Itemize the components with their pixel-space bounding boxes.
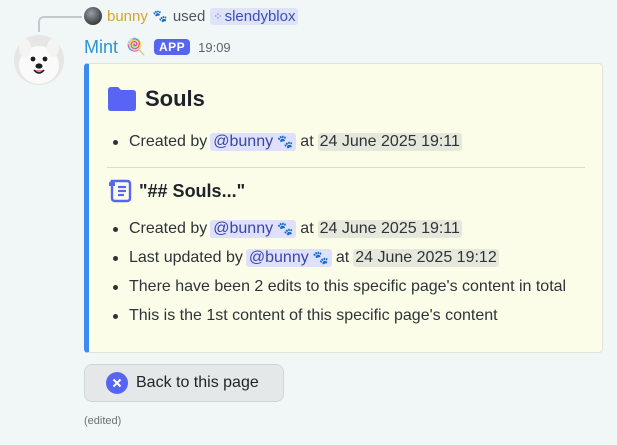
list-item: Created by @bunny 🐾 at 24 June 2025 19:11 <box>111 127 462 156</box>
x-circle-icon <box>106 372 128 394</box>
embed-title: Souls <box>107 86 205 112</box>
message-timestamp[interactable]: 19:09 <box>198 40 231 55</box>
embed-divider <box>107 167 585 168</box>
at-label: at <box>300 219 314 237</box>
bot-avatar[interactable] <box>14 35 64 85</box>
created-by-label: Created by <box>129 132 208 150</box>
content-meta-list: Created by @bunny 🐾 at 24 June 2025 19:11… <box>111 214 566 330</box>
updated-by-label: Last updated by <box>129 248 243 266</box>
back-to-page-button[interactable]: Back to this page <box>84 364 284 402</box>
content-title: "## Souls..." <box>107 179 245 203</box>
reply-used-text: used <box>172 7 206 25</box>
bot-name[interactable]: Mint <box>84 37 118 58</box>
mention-text: @bunny <box>213 219 274 237</box>
mention-text: @bunny <box>213 132 274 150</box>
list-item: Created by @bunny 🐾 at 24 June 2025 19:11 <box>111 214 566 243</box>
paw-icon: 🐾 <box>312 249 329 265</box>
user-mention[interactable]: @bunny 🐾 <box>210 219 297 238</box>
timestamp-tag[interactable]: 24 June 2025 19:11 <box>317 219 462 238</box>
user-mention[interactable]: @bunny 🐾 <box>210 132 297 151</box>
timestamp-tag[interactable]: 24 June 2025 19:11 <box>317 132 462 151</box>
folder-icon <box>108 87 136 111</box>
mention-text: @bunny <box>248 248 309 266</box>
content-title-text: "## Souls..." <box>139 180 246 201</box>
samoyed-dog-icon <box>14 35 64 85</box>
at-label: at <box>335 248 350 266</box>
app-badge: APP <box>153 39 191 55</box>
edits-count-text: There have been 2 edits to this specific… <box>129 277 567 295</box>
at-label: at <box>300 132 314 150</box>
timestamp-tag[interactable]: 24 June 2025 19:12 <box>353 248 499 267</box>
paw-icon: 🐾 <box>277 220 294 236</box>
app-command-icon: ⁘ <box>213 10 222 23</box>
content-position-text: This is the 1st content of this specific… <box>129 306 498 324</box>
reply-user-name[interactable]: bunny <box>107 8 148 25</box>
edited-indicator: (edited) <box>84 415 122 427</box>
command-name: slendyblox <box>224 7 296 25</box>
message-header: Mint 🍭 APP 19:09 <box>84 35 231 59</box>
list-item: This is the 1st content of this specific… <box>111 301 566 330</box>
command-mention[interactable]: ⁘ slendyblox <box>210 7 299 25</box>
paw-icon: 🐾 <box>277 133 294 149</box>
back-button-label: Back to this page <box>136 374 259 391</box>
page-info-embed: Souls Created by @bunny 🐾 at 24 June 2025… <box>84 63 603 353</box>
reply-connector <box>38 16 82 32</box>
reply-context[interactable]: bunny 🐾 used ⁘ slendyblox <box>84 5 299 27</box>
created-by-label: Created by <box>129 219 208 237</box>
list-item: There have been 2 edits to this specific… <box>111 272 566 301</box>
reply-user-avatar[interactable] <box>84 7 102 25</box>
reply-paw-icon: 🐾 <box>152 9 168 23</box>
lollipop-icon: 🍭 <box>126 39 146 56</box>
user-mention[interactable]: @bunny 🐾 <box>245 248 332 267</box>
page-meta-list: Created by @bunny 🐾 at 24 June 2025 19:11 <box>111 127 462 156</box>
list-item: Last updated by @bunny 🐾 at 24 June 2025 … <box>111 243 566 272</box>
page-title: Souls <box>145 86 205 111</box>
scroll-icon <box>109 179 132 203</box>
